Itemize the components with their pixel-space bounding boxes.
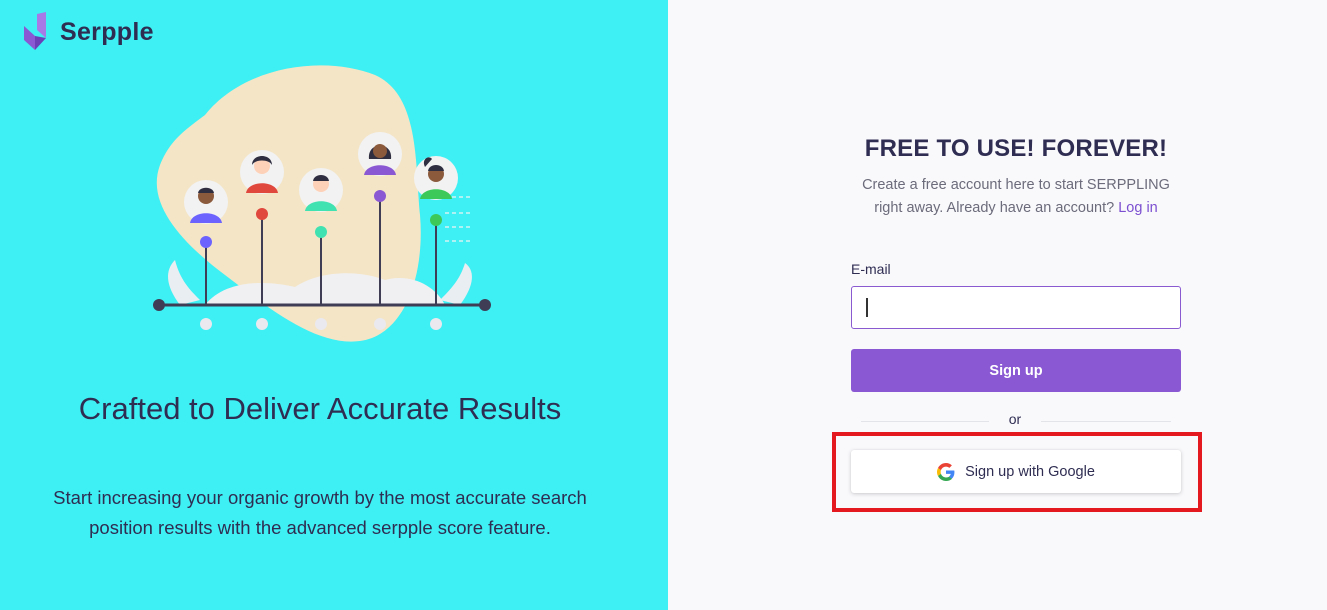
serpple-logo-icon <box>24 12 46 50</box>
form-title: FREE TO USE! FOREVER! <box>864 135 1168 162</box>
email-label: E-mail <box>851 261 891 277</box>
text-caret <box>866 298 868 317</box>
divider-line-left <box>861 421 989 422</box>
divider-line-right <box>1041 421 1171 422</box>
email-field[interactable] <box>851 286 1181 329</box>
brand-logo[interactable]: Serpple <box>24 12 154 52</box>
google-signup-label: Sign up with Google <box>965 463 1095 480</box>
form-subtitle: Create a free account here to start SERP… <box>850 174 1182 220</box>
left-panel: Serpple Crafted to Deliver Accurate Resu… <box>0 0 668 610</box>
hero-title: Crafted to Deliver Accurate Results <box>78 391 562 426</box>
hero-description: Start increasing your organic growth by … <box>53 487 587 538</box>
google-signup-button[interactable]: Sign up with Google <box>851 450 1181 493</box>
login-link[interactable]: Log in <box>1118 200 1158 216</box>
brand-name: Serpple <box>60 17 154 46</box>
divider-or: or <box>1008 411 1022 427</box>
signup-button[interactable]: Sign up <box>851 349 1181 392</box>
hero-illustration <box>153 65 491 342</box>
google-icon <box>937 462 955 481</box>
